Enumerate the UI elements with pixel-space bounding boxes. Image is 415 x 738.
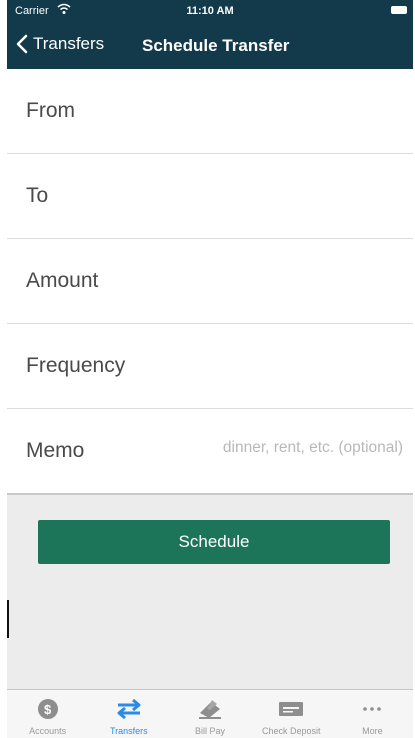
status-bar: Carrier 11:10 AM	[7, 0, 413, 22]
app-screen: Carrier 11:10 AM Transfers Schedule Tran…	[7, 0, 413, 738]
more-dots-icon	[363, 707, 382, 711]
tab-transfers-label: Transfers	[109, 726, 148, 736]
page-title: Schedule Transfer	[142, 36, 290, 55]
navigation-bar: Transfers Schedule Transfer	[7, 29, 413, 65]
header: Carrier 11:10 AM Transfers Schedule Tran…	[7, 0, 413, 69]
transfer-arrows-icon	[117, 698, 141, 720]
back-button[interactable]: Transfers	[15, 34, 104, 54]
frequency-label: Frequency	[26, 354, 126, 377]
amount-field[interactable]: Amount	[7, 239, 413, 324]
to-label: To	[26, 184, 49, 207]
from-field[interactable]: From	[7, 69, 413, 154]
tab-bar: $ Accounts Transfers Bill Pay Check Depo…	[7, 689, 413, 738]
tab-transfers[interactable]: Transfers	[88, 690, 169, 738]
tab-check-deposit[interactable]: Check Deposit	[251, 690, 332, 738]
back-button-label: Transfers	[33, 34, 105, 53]
frequency-field[interactable]: Frequency	[7, 324, 413, 409]
tab-bill-pay[interactable]: Bill Pay	[169, 690, 250, 738]
schedule-button[interactable]: Schedule	[38, 520, 390, 564]
memo-label: Memo	[26, 439, 85, 462]
tab-accounts-label: Accounts	[29, 726, 67, 736]
tab-more[interactable]: More	[332, 690, 413, 738]
tab-accounts[interactable]: $ Accounts	[7, 690, 88, 738]
dollar-icon: $	[37, 699, 58, 719]
edge-marker	[7, 600, 9, 638]
to-field[interactable]: To	[7, 154, 413, 239]
bill-pay-icon	[199, 700, 221, 719]
check-deposit-icon	[279, 702, 304, 716]
amount-label: Amount	[26, 269, 99, 292]
tab-bill-pay-label: Bill Pay	[195, 726, 226, 736]
from-label: From	[26, 99, 75, 122]
status-time: 11:10 AM	[186, 5, 234, 17]
memo-field: Memo	[7, 409, 413, 495]
battery-icon	[391, 6, 407, 14]
memo-input[interactable]	[173, 439, 403, 457]
tab-check-deposit-label: Check Deposit	[261, 726, 321, 736]
chevron-left-icon	[16, 34, 28, 54]
tab-more-label: More	[362, 726, 383, 736]
transfer-form: From To Amount Frequency Memo	[7, 69, 413, 495]
